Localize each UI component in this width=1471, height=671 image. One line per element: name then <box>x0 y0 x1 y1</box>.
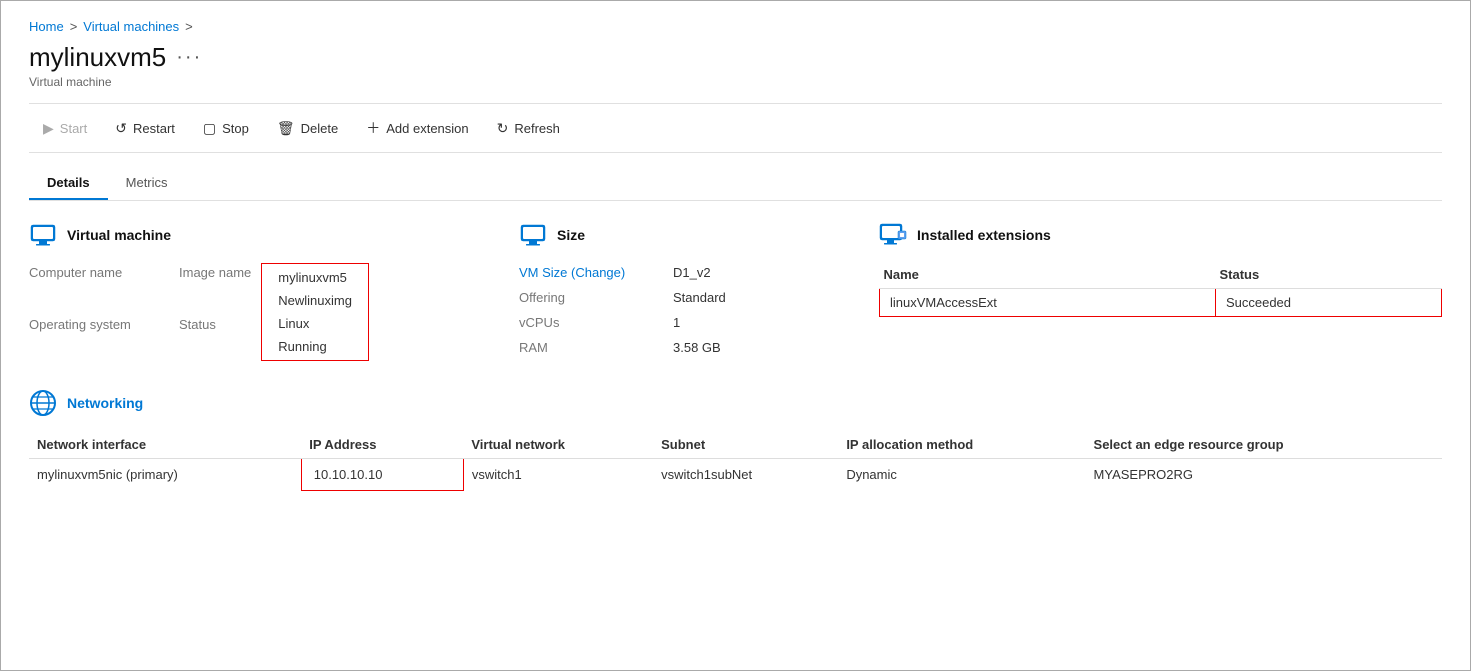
vcpus-label: vCPUs <box>519 313 659 332</box>
ext-section-title: Installed extensions <box>917 227 1051 243</box>
offering-label: Offering <box>519 288 659 307</box>
vm-value-3: Running <box>274 337 356 356</box>
net-allocation-0: Dynamic <box>838 459 1085 491</box>
net-icon <box>29 389 57 417</box>
net-section-header: Networking <box>29 389 1442 417</box>
ext-icon <box>879 221 907 249</box>
start-button[interactable]: ▶ Start <box>29 114 101 143</box>
net-vnet-0: vswitch1 <box>463 459 653 491</box>
delete-icon: 🗑 <box>277 120 295 137</box>
networking-section: Networking Network interface IP Address … <box>29 389 1442 491</box>
net-col-subnet: Subnet <box>653 431 838 459</box>
breadcrumb-home[interactable]: Home <box>29 19 64 34</box>
vm-values-box: mylinuxvm5 Newlinuximg Linux Running <box>261 263 369 361</box>
breadcrumb-sep1: > <box>70 19 78 34</box>
size-icon <box>519 221 547 249</box>
ram-label: RAM <box>519 338 659 357</box>
refresh-icon: ↻ <box>497 120 509 137</box>
ext-col-status: Status <box>1215 263 1441 289</box>
breadcrumb-sep2: > <box>185 19 193 34</box>
vm-value-1: Newlinuximg <box>274 291 356 310</box>
play-icon: ▶ <box>43 120 54 137</box>
ext-section-header: Installed extensions <box>879 221 1442 249</box>
add-extension-label: Add extension <box>386 121 468 136</box>
ext-row-0: linuxVMAccessExt Succeeded <box>880 289 1442 317</box>
net-section-title: Networking <box>67 395 143 411</box>
top-section-row: Virtual machine Computer name Image name… <box>29 221 1442 361</box>
refresh-button[interactable]: ↻ Refresh <box>483 114 574 143</box>
toolbar: ▶ Start ↺ Restart ▢ Stop 🗑 Delete ＋ Add … <box>29 103 1442 153</box>
ext-table: Name Status linuxVMAccessExt Succeeded <box>879 263 1442 317</box>
size-section: Size VM Size (Change) D1_v2 Offering Sta… <box>519 221 819 361</box>
add-extension-button[interactable]: ＋ Add extension <box>352 112 482 144</box>
vm-value-2: Linux <box>274 314 356 333</box>
vm-field-label-2: Operating system <box>29 315 169 361</box>
net-col-interface: Network interface <box>29 431 301 459</box>
stop-button[interactable]: ▢ Stop <box>189 114 263 143</box>
tab-bar: Details Metrics <box>29 167 1442 201</box>
restart-label: Restart <box>133 121 175 136</box>
ext-status-0: Succeeded <box>1215 289 1441 317</box>
net-interface-0: mylinuxvm5nic (primary) <box>29 459 301 491</box>
ext-col-name: Name <box>880 263 1216 289</box>
size-fields: VM Size (Change) D1_v2 Offering Standard… <box>519 263 819 357</box>
net-rg-0: MYASEPRO2RG <box>1086 459 1442 491</box>
add-icon: ＋ <box>366 118 380 138</box>
net-col-vnet: Virtual network <box>463 431 653 459</box>
page-title-row: mylinuxvm5 ··· <box>29 42 1442 73</box>
tab-details[interactable]: Details <box>29 167 108 200</box>
ram-value: 3.58 GB <box>669 338 819 357</box>
delete-button[interactable]: 🗑 Delete <box>263 114 352 143</box>
ext-name-0: linuxVMAccessExt <box>880 289 1216 317</box>
delete-label: Delete <box>301 121 339 136</box>
page-title: mylinuxvm5 <box>29 42 166 73</box>
refresh-label: Refresh <box>514 121 560 136</box>
vm-fields-container: Computer name Image name Operating syste… <box>29 263 459 361</box>
breadcrumb-virtual-machines[interactable]: Virtual machines <box>83 19 179 34</box>
vm-field-label-3: Status <box>179 315 251 361</box>
net-row-0: mylinuxvm5nic (primary) 10.10.10.10 vswi… <box>29 459 1442 491</box>
more-options-button[interactable]: ··· <box>176 46 202 69</box>
restart-button[interactable]: ↺ Restart <box>101 114 189 143</box>
vm-section-header: Virtual machine <box>29 221 459 249</box>
vm-value-0: mylinuxvm5 <box>274 268 356 287</box>
restart-icon: ↺ <box>115 120 127 137</box>
virtual-machine-section: Virtual machine Computer name Image name… <box>29 221 459 361</box>
vm-field-label-0: Computer name <box>29 263 169 309</box>
net-ip-0: 10.10.10.10 <box>301 459 463 491</box>
start-label: Start <box>60 121 87 136</box>
content-area: Virtual machine Computer name Image name… <box>29 201 1442 491</box>
vm-label-col: Computer name Image name Operating syste… <box>29 263 251 361</box>
net-table: Network interface IP Address Virtual net… <box>29 431 1442 491</box>
stop-icon: ▢ <box>203 120 216 137</box>
stop-label: Stop <box>222 121 249 136</box>
breadcrumb: Home > Virtual machines > <box>29 19 1442 34</box>
size-section-title: Size <box>557 227 585 243</box>
vm-icon <box>29 221 57 249</box>
net-col-allocation: IP allocation method <box>838 431 1085 459</box>
size-section-header: Size <box>519 221 819 249</box>
tab-metrics[interactable]: Metrics <box>108 167 186 200</box>
vm-size-value: D1_v2 <box>669 263 819 282</box>
vm-field-label-1: Image name <box>179 263 251 309</box>
net-col-ip: IP Address <box>301 431 463 459</box>
page-subtitle: Virtual machine <box>29 75 1442 89</box>
offering-value: Standard <box>669 288 819 307</box>
net-col-rg: Select an edge resource group <box>1086 431 1442 459</box>
vm-size-label[interactable]: VM Size (Change) <box>519 263 659 282</box>
extensions-section: Installed extensions Name Status linuxVM… <box>879 221 1442 361</box>
vcpus-value: 1 <box>669 313 819 332</box>
net-subnet-0: vswitch1subNet <box>653 459 838 491</box>
vm-section-title: Virtual machine <box>67 227 171 243</box>
